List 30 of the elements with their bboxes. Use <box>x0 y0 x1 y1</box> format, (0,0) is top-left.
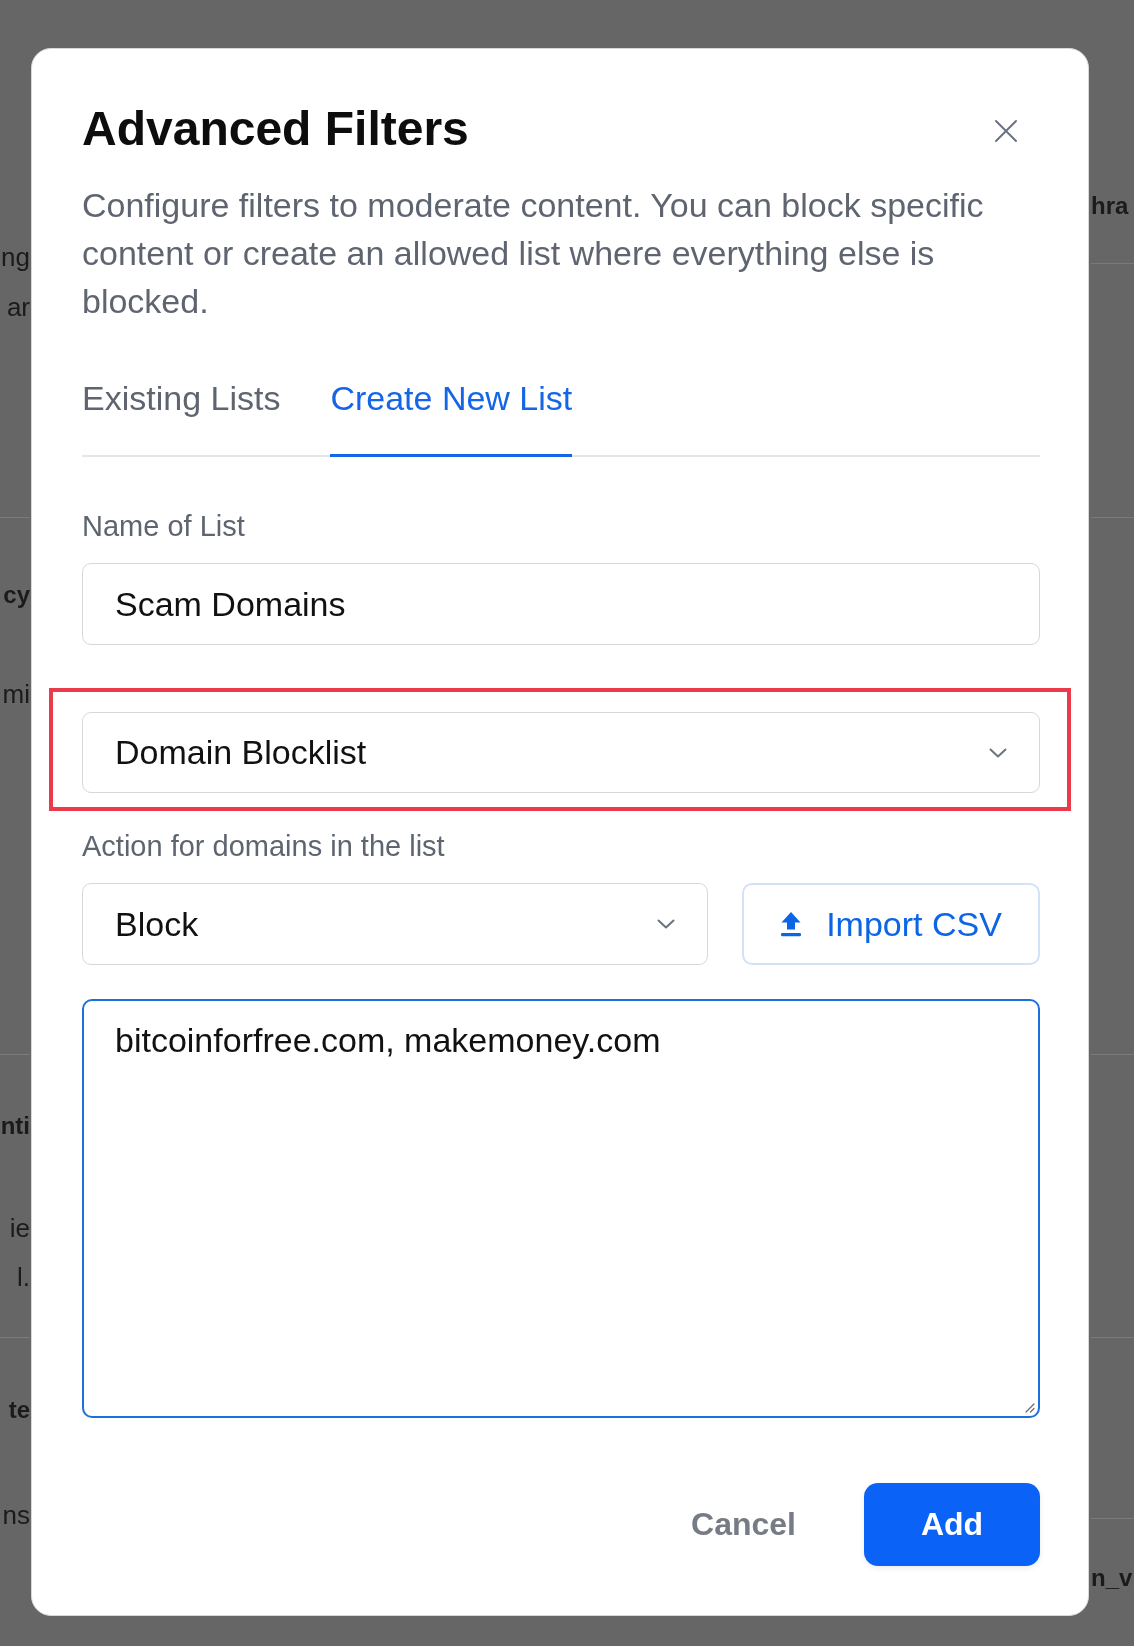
close-button[interactable] <box>994 119 1018 143</box>
background-text: l. <box>17 1261 30 1294</box>
background-text: ie <box>9 1212 30 1245</box>
add-button[interactable]: Add <box>864 1483 1040 1566</box>
import-csv-button[interactable]: Import CSV <box>742 883 1040 965</box>
action-select[interactable]: Block <box>82 883 708 965</box>
background-text: ar <box>6 291 30 324</box>
background-heading: hra <box>1091 191 1129 221</box>
chevron-down-icon <box>657 919 675 929</box>
background-text: mi <box>2 678 30 711</box>
domains-textarea[interactable]: bitcoinforfree.com, makemoney.com <box>82 999 1040 1418</box>
field-label: Name of List <box>82 509 246 544</box>
dialog-title: Advanced Filters <box>82 103 469 155</box>
cancel-button[interactable]: Cancel <box>666 1483 821 1566</box>
list-type-select[interactable]: Domain Blocklist <box>82 712 1040 793</box>
background-heading: te <box>8 1395 30 1425</box>
background-text: ng <box>1 241 30 274</box>
upload-icon <box>780 911 803 937</box>
field-label: Action for domains in the list <box>82 829 446 864</box>
close-icon <box>994 119 1018 143</box>
tab[interactable]: Existing Lists <box>82 378 281 457</box>
background-heading: cy <box>3 580 30 610</box>
name-input[interactable]: Scam Domains <box>82 563 1040 645</box>
background-heading: n_v <box>1091 1563 1133 1593</box>
resize-grip-icon <box>1023 1401 1035 1413</box>
background-heading: nti <box>0 1111 30 1141</box>
dialog-description: Configure filters to moderate content. You can block specific content or create an allowed list where everything else is blocked. <box>82 185 985 322</box>
tab[interactable]: Create New List <box>330 378 573 457</box>
background-text: ns <box>2 1499 30 1532</box>
chevron-down-icon <box>989 747 1007 758</box>
